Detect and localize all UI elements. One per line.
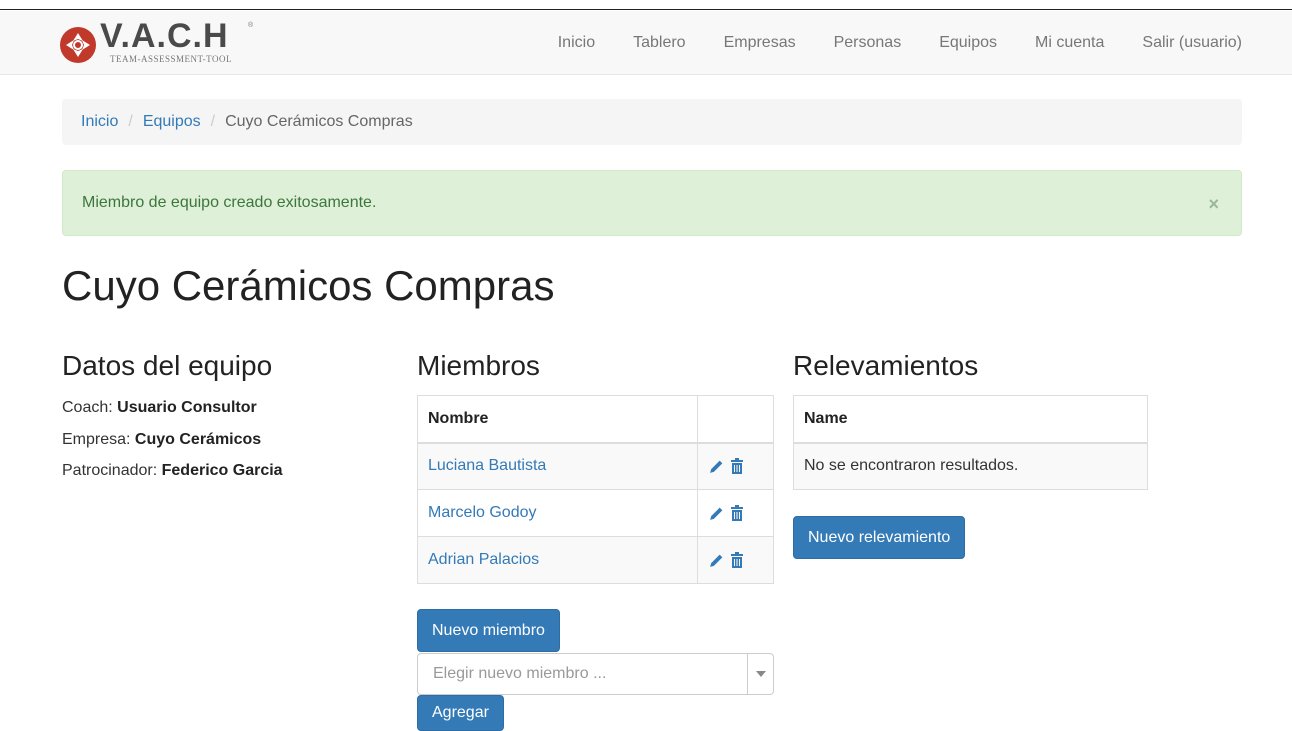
- column-header-actions: [697, 395, 774, 444]
- breadcrumb-separator: /: [128, 113, 133, 130]
- brand-registered-mark: ®: [248, 22, 254, 29]
- relevamientos-table: Name No se encontraron resultados.: [793, 395, 1148, 490]
- miembros-table: Nombre Luciana Bautista Marcelo Godoy Ad…: [417, 395, 774, 584]
- table-header-row: Name: [793, 395, 1148, 444]
- nav-salir[interactable]: Salir (usuario): [1142, 34, 1242, 52]
- coach-detail: Coach: Usuario Consultor: [62, 399, 257, 417]
- table-row: Luciana Bautista: [417, 442, 774, 490]
- nuevo-relevamiento-button[interactable]: Nuevo relevamiento: [793, 516, 966, 559]
- empresa-value: Cuyo Cerámicos: [134, 431, 262, 448]
- chevron-down-icon[interactable]: [747, 654, 773, 694]
- table-row: No se encontraron resultados.: [793, 442, 1148, 490]
- navbar: V.A.C.H ® TEAM-ASSESSMENT-TOOL Inicio Ta…: [0, 11, 1292, 75]
- nav-equipos[interactable]: Equipos: [939, 34, 997, 52]
- nav-personas[interactable]: Personas: [834, 34, 902, 52]
- column-header-nombre: Nombre: [417, 395, 698, 444]
- brand-name: V.A.C.H: [100, 17, 229, 55]
- nav-tablero[interactable]: Tablero: [633, 34, 685, 52]
- empresa-detail: Empresa: Cuyo Cerámicos: [62, 431, 261, 449]
- success-alert: Miembro de equipo creado exitosamente. ×: [62, 170, 1242, 236]
- page-title: Cuyo Cerámicos Compras: [62, 262, 555, 309]
- trash-icon[interactable]: [729, 504, 745, 522]
- coach-value: Usuario Consultor: [117, 399, 257, 416]
- breadcrumb-equipos[interactable]: Equipos: [143, 113, 201, 131]
- patrocinador-value: Federico Garcia: [161, 462, 283, 479]
- breadcrumb-inicio[interactable]: Inicio: [81, 113, 118, 131]
- table-row: Adrian Palacios: [417, 536, 774, 584]
- datos-heading: Datos del equipo: [62, 350, 273, 381]
- empresa-label: Empresa:: [62, 431, 131, 448]
- nav-links: Inicio Tablero Empresas Personas Equipos…: [520, 11, 1242, 75]
- relevamientos-heading: Relevamientos: [793, 350, 979, 381]
- select-placeholder: Elegir nuevo miembro ...: [433, 665, 607, 682]
- breadcrumb-current: Cuyo Cerámicos Compras: [225, 113, 413, 130]
- edit-icon[interactable]: [708, 505, 725, 522]
- agregar-button[interactable]: Agregar: [417, 695, 504, 731]
- column-header-name: Name: [793, 395, 1148, 444]
- table-row: Marcelo Godoy: [417, 489, 774, 537]
- member-link[interactable]: Luciana Bautista: [428, 457, 546, 474]
- nav-inicio[interactable]: Inicio: [558, 34, 595, 52]
- brand-tagline: TEAM-ASSESSMENT-TOOL: [110, 54, 233, 64]
- member-link[interactable]: Marcelo Godoy: [428, 504, 537, 521]
- nav-empresas[interactable]: Empresas: [724, 34, 796, 52]
- nav-mi-cuenta[interactable]: Mi cuenta: [1035, 34, 1104, 52]
- patrocinador-detail: Patrocinador: Federico Garcia: [62, 462, 283, 480]
- trash-icon[interactable]: [729, 551, 745, 569]
- miembros-heading: Miembros: [417, 350, 540, 381]
- nuevo-miembro-button[interactable]: Nuevo miembro: [417, 609, 560, 652]
- member-select[interactable]: Elegir nuevo miembro ...: [417, 653, 774, 695]
- trash-icon[interactable]: [729, 457, 745, 475]
- alert-message: Miembro de equipo creado exitosamente.: [82, 194, 377, 211]
- breadcrumb-separator: /: [210, 113, 216, 130]
- top-border: [0, 0, 1292, 10]
- member-link[interactable]: Adrian Palacios: [428, 551, 539, 568]
- breadcrumb: Inicio / Equipos / Cuyo Cerámicos Compra…: [62, 99, 1242, 145]
- patrocinador-label: Patrocinador:: [62, 462, 158, 479]
- edit-icon[interactable]: [708, 552, 725, 569]
- coach-label: Coach:: [62, 399, 113, 416]
- vach-logo-icon: [60, 27, 96, 63]
- close-icon[interactable]: ×: [1208, 195, 1219, 213]
- edit-icon[interactable]: [708, 458, 725, 475]
- empty-results: No se encontraron resultados.: [793, 442, 1148, 490]
- table-header-row: Nombre: [417, 395, 774, 444]
